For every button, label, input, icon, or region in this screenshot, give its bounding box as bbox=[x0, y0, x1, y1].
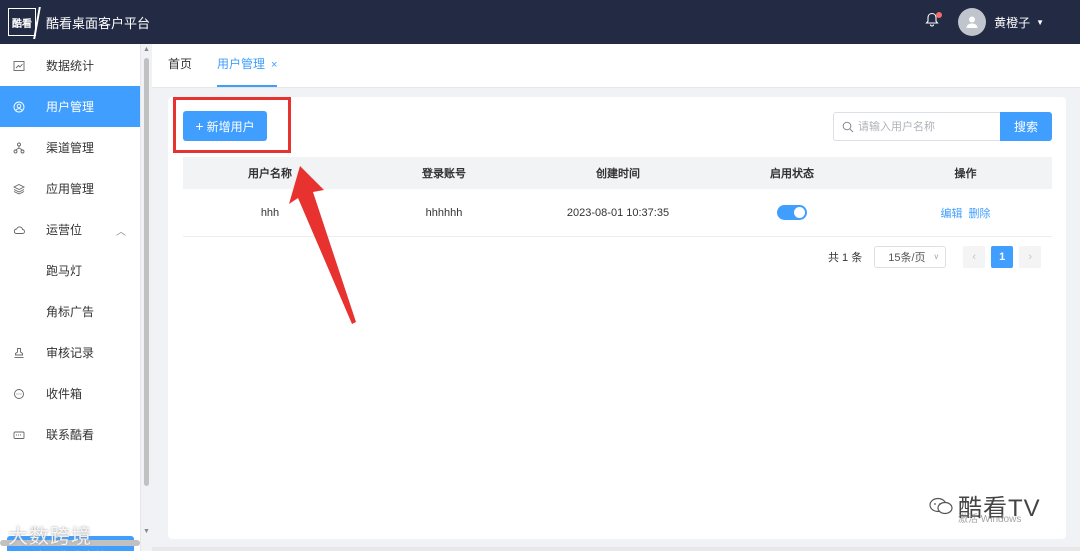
wechat-icon bbox=[929, 497, 953, 514]
annotation-highlight-box bbox=[173, 97, 291, 153]
cloud-icon bbox=[12, 223, 26, 237]
sidebar-item-label: 审核记录 bbox=[46, 346, 95, 360]
notification-bell-icon[interactable] bbox=[924, 12, 944, 32]
tab-bar: 首页 用户管理 × bbox=[152, 44, 1080, 88]
edit-link[interactable]: 编辑 bbox=[941, 208, 963, 220]
sidebar-item-inbox[interactable]: 收件箱 bbox=[0, 373, 140, 414]
next-page-button[interactable]: › bbox=[1019, 246, 1042, 268]
cell-username: hhh bbox=[260, 206, 280, 219]
tab-label: 用户管理 bbox=[217, 57, 266, 71]
cell-account: hhhhhh bbox=[425, 206, 463, 219]
notification-dot bbox=[936, 12, 943, 18]
sidebar-item-label: 运营位 bbox=[46, 223, 83, 237]
user-icon bbox=[12, 100, 26, 114]
scroll-up-icon[interactable]: ▲ bbox=[143, 46, 150, 53]
watermark-left: 大数跨境 bbox=[8, 520, 92, 549]
enabled-toggle[interactable] bbox=[777, 205, 807, 220]
page-size-value: 15条/页 bbox=[888, 252, 926, 264]
stamp-icon bbox=[12, 346, 26, 360]
contact-icon bbox=[12, 428, 26, 442]
channel-icon bbox=[12, 141, 26, 155]
sidebar-item-operations[interactable]: 运营位 ︿ bbox=[0, 209, 140, 250]
sidebar-item-users[interactable]: 用户管理 bbox=[0, 86, 140, 127]
user-menu-caret-icon[interactable]: ▼ bbox=[1036, 18, 1044, 27]
delete-link[interactable]: 删除 bbox=[969, 208, 991, 220]
top-header: 酷看 酷看桌面客户平台 黄橙子 ▼ bbox=[0, 0, 1080, 44]
search-icon bbox=[842, 121, 854, 132]
table-row: hhh hhhhhh 2023-08-01 10:37:35 编辑 删除 bbox=[183, 189, 1052, 237]
sidebar-item-label: 数据统计 bbox=[46, 59, 95, 73]
tab-home[interactable]: 首页 bbox=[168, 44, 192, 87]
column-header: 登录账号 bbox=[422, 168, 466, 180]
chart-icon bbox=[12, 59, 26, 73]
app-title: 酷看桌面客户平台 bbox=[46, 15, 151, 31]
layers-icon bbox=[12, 182, 26, 196]
app-logo[interactable]: 酷看 bbox=[8, 8, 36, 36]
sidebar-item-label: 应用管理 bbox=[46, 182, 95, 196]
sidebar-item-stats[interactable]: 数据统计 bbox=[0, 45, 140, 86]
scroll-down-icon[interactable]: ▼ bbox=[143, 528, 150, 535]
sidebar-item-channels[interactable]: 渠道管理 bbox=[0, 127, 140, 168]
username[interactable]: 黄橙子 bbox=[994, 14, 1030, 31]
sidebar-item-label: 角标广告 bbox=[46, 305, 95, 319]
column-header: 用户名称 bbox=[248, 168, 292, 180]
user-avatar-icon bbox=[966, 16, 978, 28]
sidebar: 数据统计 用户管理 渠道管理 应用管理 运营位 ︿ 跑马灯 角标广告 审核记录 … bbox=[0, 44, 141, 551]
sidebar-item-apps[interactable]: 应用管理 bbox=[0, 168, 140, 209]
cell-actions: 编辑 删除 bbox=[879, 205, 1052, 221]
cell-status bbox=[705, 205, 879, 220]
sidebar-scrollbar[interactable] bbox=[144, 58, 149, 486]
tab-user-management[interactable]: 用户管理 × bbox=[217, 44, 278, 87]
pagination: 共 1 条 15条/页 ∨ ‹ 1 › bbox=[828, 246, 1042, 268]
chevron-up-icon: ︿ bbox=[116, 227, 126, 238]
logo-text: 酷看 bbox=[12, 18, 32, 30]
content-card: +新增用户 搜索 用户名称 登录账号 创建时间 启用状态 操作 hhh hhhh… bbox=[168, 97, 1066, 539]
activate-windows-text: 激活 Windows bbox=[958, 514, 1022, 525]
search-button[interactable]: 搜索 bbox=[1000, 112, 1052, 141]
prev-page-button[interactable]: ‹ bbox=[963, 246, 986, 268]
chevron-left-icon: ‹ bbox=[972, 251, 977, 263]
sidebar-item-badge-ads[interactable]: 角标广告 bbox=[0, 291, 140, 332]
sidebar-item-label: 跑马灯 bbox=[46, 264, 83, 278]
tab-label: 首页 bbox=[168, 57, 193, 71]
page-number-current[interactable]: 1 bbox=[991, 246, 1014, 268]
sidebar-item-label: 联系酷看 bbox=[46, 428, 95, 442]
column-header: 操作 bbox=[954, 168, 977, 180]
sidebar-item-label: 收件箱 bbox=[46, 387, 83, 401]
user-table: 用户名称 登录账号 创建时间 启用状态 操作 hhh hhhhhh 2023-0… bbox=[183, 157, 1052, 237]
column-header: 创建时间 bbox=[596, 168, 640, 180]
message-icon bbox=[12, 387, 26, 401]
bottom-bar bbox=[152, 547, 1080, 551]
sidebar-item-label: 用户管理 bbox=[46, 100, 95, 114]
avatar[interactable] bbox=[958, 8, 987, 36]
column-header: 启用状态 bbox=[770, 168, 814, 180]
watermark-left-text: 大数跨境 bbox=[8, 526, 92, 548]
header-right: 黄橙子 ▼ bbox=[924, 0, 1080, 44]
pagination-total: 共 1 条 bbox=[828, 252, 863, 264]
sidebar-item-contact[interactable]: 联系酷看 bbox=[0, 414, 140, 455]
cell-created: 2023-08-01 10:37:35 bbox=[566, 206, 670, 219]
table-header: 用户名称 登录账号 创建时间 启用状态 操作 bbox=[183, 157, 1052, 189]
search-box bbox=[833, 112, 1001, 141]
sidebar-item-label: 渠道管理 bbox=[46, 141, 95, 155]
search-input[interactable] bbox=[858, 120, 998, 133]
chevron-right-icon: › bbox=[1028, 251, 1033, 263]
page-size-select[interactable]: 15条/页 ∨ bbox=[874, 246, 947, 268]
sidebar-item-marquee[interactable]: 跑马灯 bbox=[0, 250, 140, 291]
sidebar-item-audit[interactable]: 审核记录 bbox=[0, 332, 140, 373]
chevron-down-icon: ∨ bbox=[933, 252, 940, 261]
close-icon[interactable]: × bbox=[271, 59, 277, 71]
